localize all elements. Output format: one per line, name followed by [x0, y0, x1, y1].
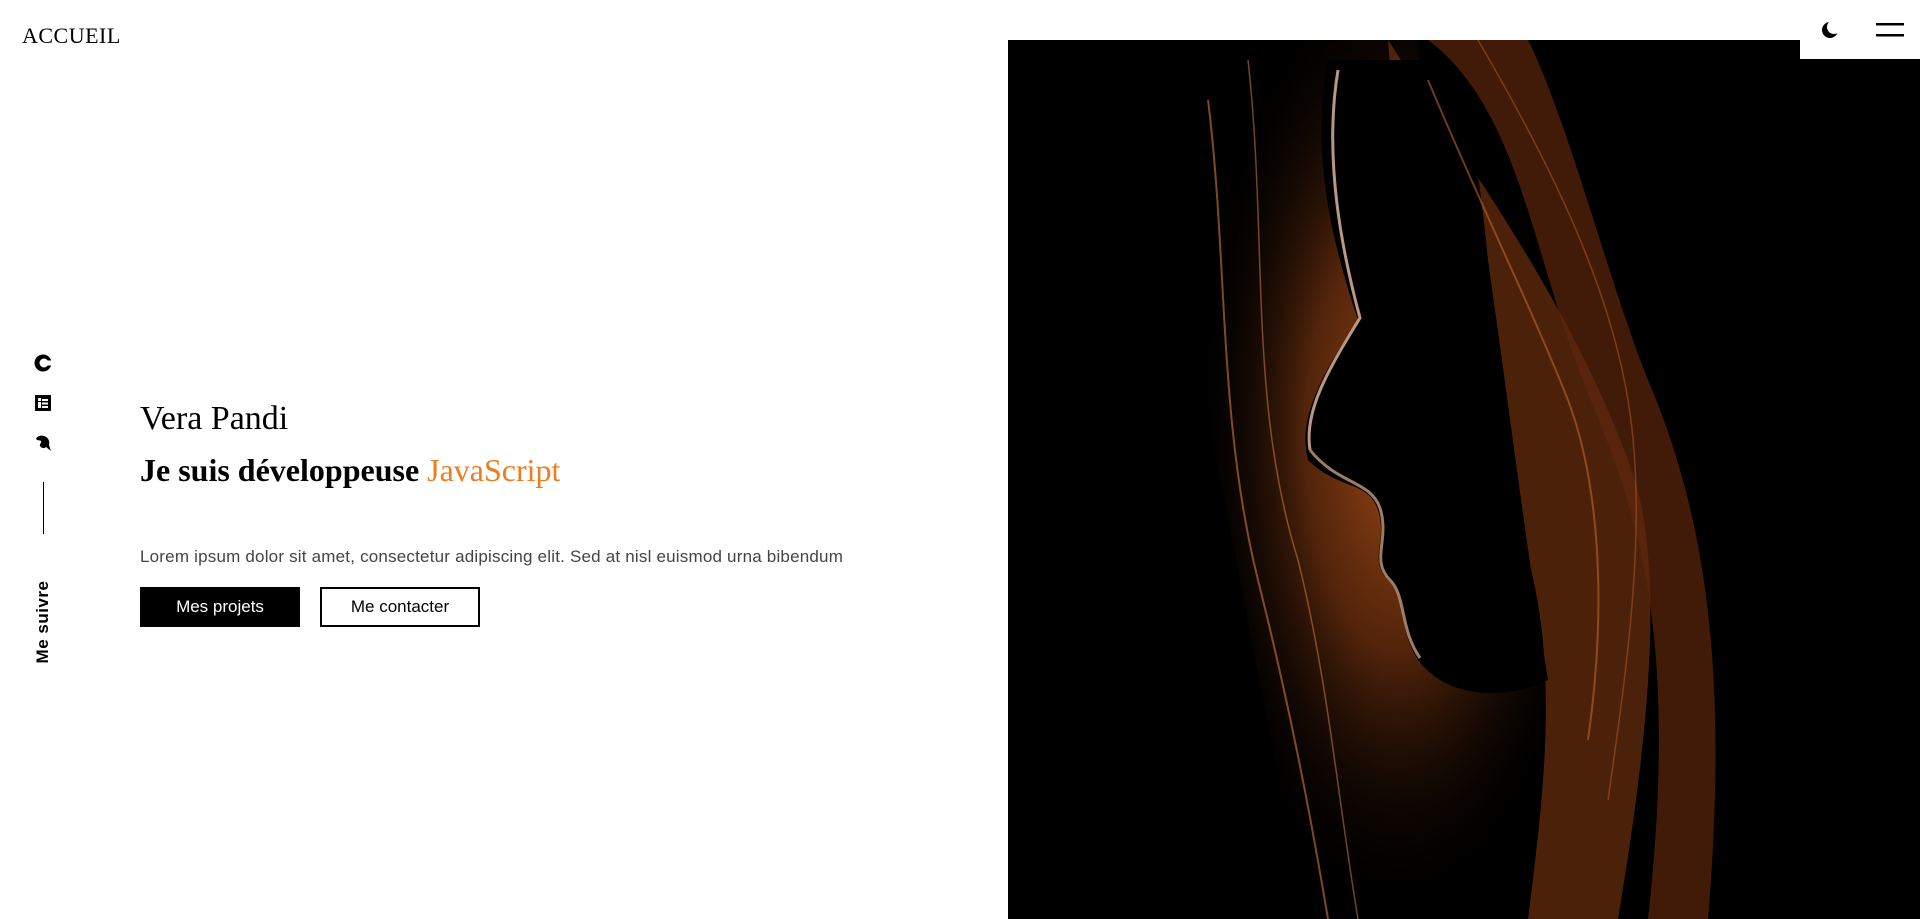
- tagline-accent: JavaScript: [427, 452, 561, 488]
- home-logo-link[interactable]: ACCUEIL: [22, 23, 121, 49]
- menu-icon[interactable]: [1875, 15, 1905, 45]
- hero-section: Vera Pandi Je suis développeuse JavaScri…: [140, 400, 960, 627]
- github-icon[interactable]: [32, 432, 54, 454]
- social-links: [30, 352, 56, 534]
- hero-description: Lorem ipsum dolor sit amet, consectetur …: [140, 547, 844, 566]
- top-controls: [1800, 0, 1920, 59]
- moon-icon[interactable]: [1815, 15, 1845, 45]
- hero-buttons: Mes projets Me contacter: [140, 587, 960, 627]
- tagline-prefix: Je suis développeuse: [140, 452, 428, 488]
- contact-button[interactable]: Me contacter: [320, 587, 480, 627]
- projects-button[interactable]: Mes projets: [140, 587, 300, 627]
- divider-line: [42, 482, 44, 534]
- tagline: Je suis développeuse JavaScript: [140, 452, 960, 489]
- page: ACCUEIL Me suivre Vera Pandi Je suis dév…: [0, 0, 1920, 919]
- person-name: Vera Pandi: [140, 400, 289, 437]
- portrait-photo: [1008, 40, 1920, 919]
- codepen-icon[interactable]: [32, 352, 54, 374]
- follow-label: Me suivre: [33, 580, 52, 664]
- linkedin-icon[interactable]: [32, 392, 54, 414]
